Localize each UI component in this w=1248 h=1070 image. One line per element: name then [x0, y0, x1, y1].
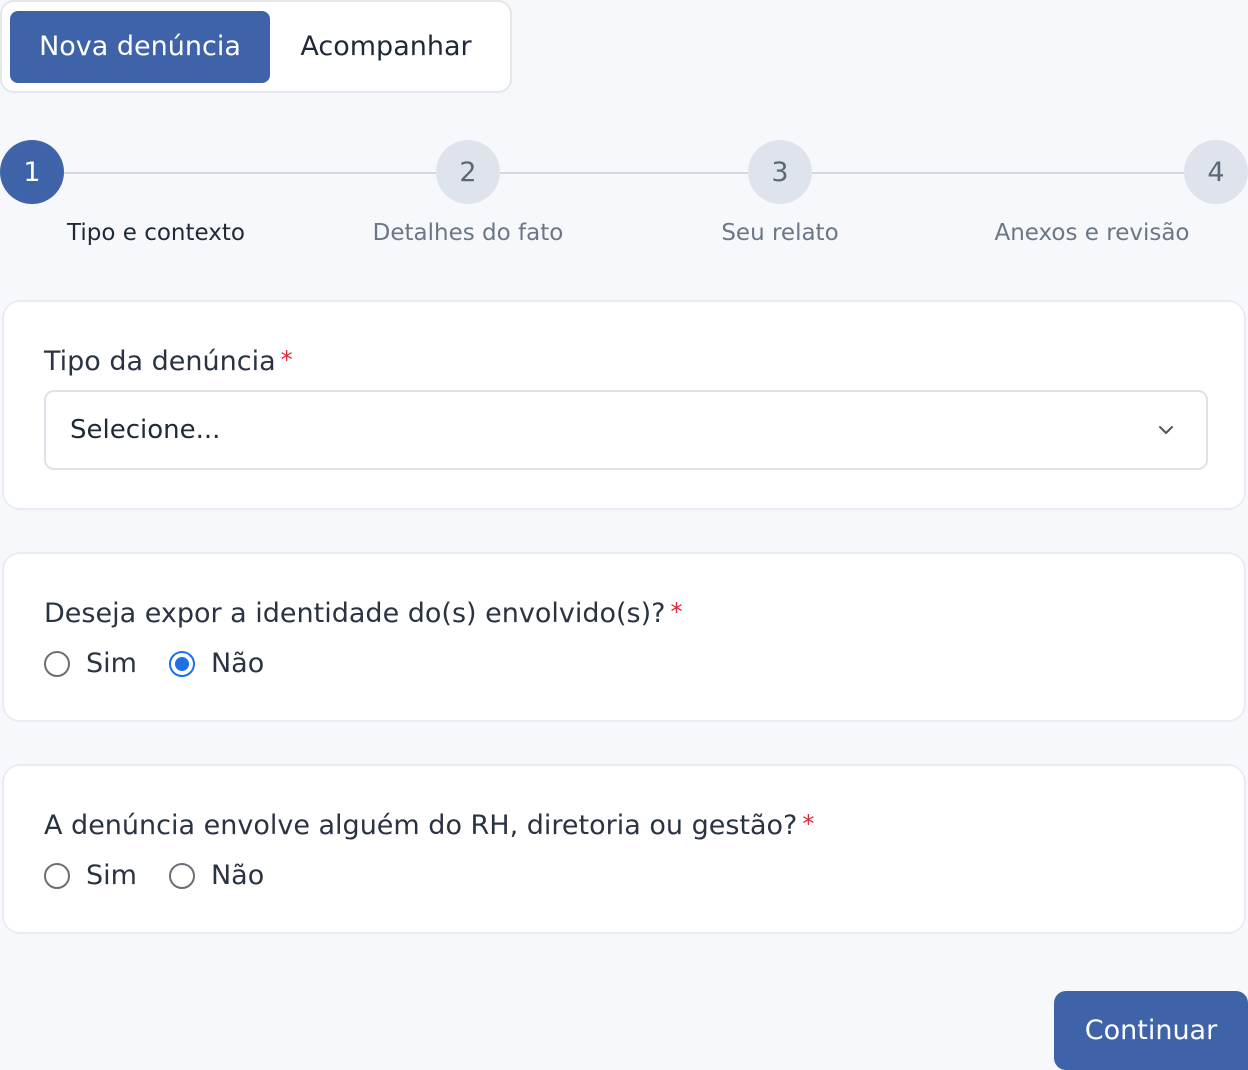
expose-identity-card: Deseja expor a identidade do(s) envolvid…	[2, 552, 1246, 722]
tab-acompanhar[interactable]: Acompanhar	[270, 11, 502, 83]
tab-nova-denuncia[interactable]: Nova denúncia	[10, 10, 270, 83]
involves-management-radio-group: Sim Não	[44, 860, 296, 891]
question-text: A denúncia envolve alguém do RH, diretor…	[44, 810, 798, 841]
radio-label: Não	[210, 648, 265, 679]
radio-label: Sim	[86, 648, 137, 679]
step-3-indicator: 3	[748, 140, 812, 204]
step-4-indicator: 4	[1184, 140, 1248, 204]
step-connector	[64, 172, 436, 174]
step-4-label: Anexos e revisão	[994, 220, 1190, 246]
step-number: 1	[23, 156, 41, 188]
required-mark: *	[280, 346, 293, 374]
step-number: 4	[1207, 156, 1225, 188]
continue-button[interactable]: Continuar	[1054, 991, 1248, 1070]
step-3-label: Seu relato	[721, 220, 839, 246]
step-2-label: Detalhes do fato	[372, 220, 564, 246]
step-1-indicator: 1	[0, 140, 64, 204]
step-1-label: Tipo e contexto	[67, 220, 245, 246]
select-value: Selecione...	[70, 415, 221, 445]
radio-option-nao[interactable]: Não	[168, 648, 265, 679]
step-connector	[500, 172, 748, 174]
progress-stepper: 1 2 3 4 Tipo e contexto Detalhes do fato…	[0, 140, 1248, 260]
radio-button-checked[interactable]	[168, 650, 195, 677]
expose-identity-question: Deseja expor a identidade do(s) envolvid…	[44, 598, 682, 629]
radio-option-sim[interactable]: Sim	[44, 648, 137, 679]
radio-label: Sim	[86, 860, 137, 891]
question-text: Deseja expor a identidade do(s) envolvid…	[44, 598, 666, 629]
report-type-select[interactable]: Selecione...	[44, 390, 1208, 470]
radio-button[interactable]	[44, 650, 70, 677]
radio-button[interactable]	[168, 862, 195, 889]
step-number: 3	[771, 156, 789, 188]
radio-button[interactable]	[44, 862, 70, 889]
radio-label: Não	[210, 860, 265, 891]
step-connector	[812, 172, 1184, 174]
step-number: 2	[459, 156, 477, 188]
expose-identity-radio-group: Sim Não	[44, 648, 296, 679]
chevron-down-icon	[1159, 426, 1173, 434]
required-mark: *	[802, 810, 815, 838]
radio-option-sim[interactable]: Sim	[44, 860, 137, 891]
report-type-label: Tipo da denúncia *	[44, 346, 293, 377]
involves-management-question: A denúncia envolve alguém do RH, diretor…	[44, 810, 814, 841]
report-type-card: Tipo da denúncia * Selecione...	[2, 300, 1246, 510]
radio-option-nao[interactable]: Não	[168, 860, 265, 891]
required-mark: *	[670, 598, 683, 626]
report-mode-tabs: Nova denúncia Acompanhar	[0, 0, 512, 93]
involves-management-card: A denúncia envolve alguém do RH, diretor…	[2, 764, 1246, 934]
field-label-text: Tipo da denúncia	[44, 346, 276, 377]
step-2-indicator: 2	[436, 140, 500, 204]
